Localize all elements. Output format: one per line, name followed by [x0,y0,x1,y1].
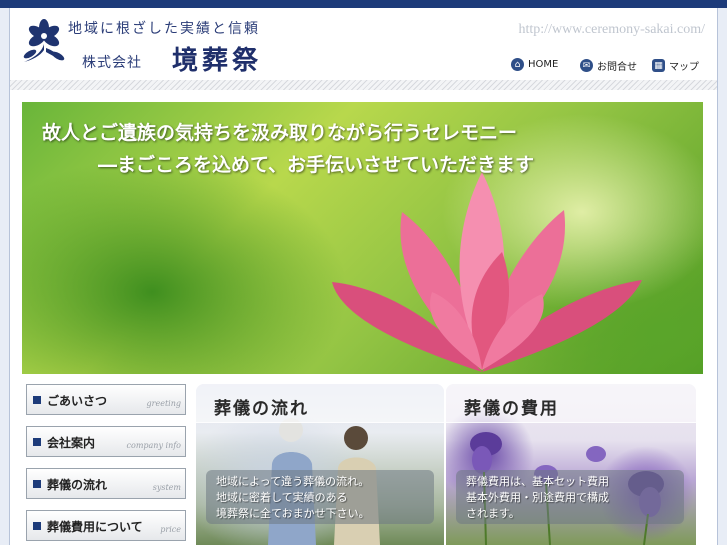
panel-text-line: 葬儀費用は、基本セット費用 [466,475,609,488]
panel-text-line: されます。 [466,507,520,520]
nav-home[interactable]: ⌂ HOME [511,58,558,71]
sidebar-item-en: greeting [146,399,181,408]
tagline: 地域に根ざした実績と信頼 [68,21,260,37]
mail-icon: ✉ [580,59,593,72]
nav-contact-label: お問合せ [597,62,637,73]
header-divider [10,80,717,90]
bullet-square-icon [33,480,41,488]
panel-text-line: 地域によって違う葬儀の流れ。 [216,475,370,488]
sidebar-item-en: price [160,525,181,534]
bullet-square-icon [33,396,41,404]
nav-map[interactable]: ▦ マップ [652,58,699,73]
sidebar-menu: ごあいさつ greeting 会社案内 company info 葬儀の流れ s… [26,384,186,552]
company-name[interactable]: 境葬祭 [172,40,262,77]
bullet-square-icon [33,522,41,530]
site-url: http://www.ceremony-sakai.com/ [518,22,705,37]
sidebar-item-price[interactable]: 葬儀費用について price [26,510,186,541]
nav-contact[interactable]: ✉ お問合せ [580,58,637,73]
funeral-flow-panel[interactable]: 葬儀の流れ 地域によって違う葬儀の流れ。 地域に密着して実績のある 境葬祭に全て… [196,384,444,545]
sidebar-item-company[interactable]: 会社案内 company info [26,426,186,457]
sidebar-item-label: 会社案内 [47,436,96,450]
hero-subheadline: ―まごころを込めて、お手伝いさせていただきます [98,154,535,176]
sidebar-item-en: system [152,483,181,492]
frame-right [717,8,727,545]
bullet-square-icon [33,438,41,446]
map-icon: ▦ [652,59,665,72]
sidebar-item-label: 葬儀の流れ [47,478,108,492]
panel-title: 葬儀の流れ [214,399,309,419]
hero-banner: 故人とご遺族の気持ちを汲み取りながら行うセレモニー ―まごころを込めて、お手伝い… [22,102,703,374]
panel-description: 葬儀費用は、基本セット費用 基本外費用・別途費用で構成 されます。 [456,470,684,524]
panel-title: 葬儀の費用 [464,399,559,419]
sidebar-item-label: ごあいさつ [47,394,108,408]
hero-headline: 故人とご遺族の気持ちを汲み取りながら行うセレモニー [42,122,518,144]
sidebar-item-greeting[interactable]: ごあいさつ greeting [26,384,186,415]
funeral-cost-panel[interactable]: 葬儀の費用 葬儀費用は、基本セット費用 基本外費用・別途費用で構成 されます。 [446,384,696,545]
nav-home-label: HOME [528,59,559,70]
panel-description: 地域によって違う葬儀の流れ。 地域に密着して実績のある 境葬祭に全ておまかせ下さ… [206,470,434,524]
lotus-image [332,172,642,372]
top-bar [0,0,727,8]
panel-text-line: 地域に密着して実績のある [216,491,348,504]
flower-logo-icon[interactable] [18,16,70,68]
panel-text-line: 境葬祭に全ておまかせ下さい。 [216,507,370,520]
sidebar-item-flow[interactable]: 葬儀の流れ system [26,468,186,499]
sidebar-item-en: company info [126,441,181,450]
frame-left [0,8,10,545]
panel-text-line: 基本外費用・別途費用で構成 [466,491,609,504]
sidebar-item-label: 葬儀費用について [47,520,143,534]
corp-prefix: 株式会社 [82,55,142,71]
home-icon: ⌂ [511,58,524,71]
nav-map-label: マップ [669,62,699,73]
